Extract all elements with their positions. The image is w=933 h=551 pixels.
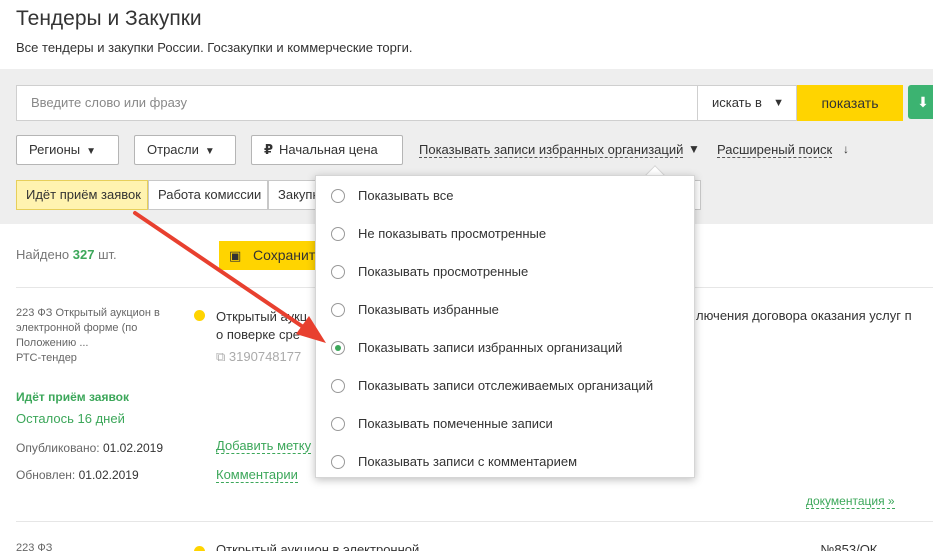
save-search-button[interactable]: ▣ Сохранит (219, 241, 319, 270)
option-show-all[interactable]: Показывать все (316, 177, 694, 215)
save-label: Сохранит (253, 247, 316, 263)
updated-label: Обновлен: (16, 468, 76, 482)
record-remaining: Осталось 16 дней (16, 411, 125, 426)
chevron-down-icon[interactable]: ▼ (688, 142, 700, 156)
documentation-link[interactable]: документация » (806, 494, 895, 509)
option-favorite-orgs[interactable]: Показывать записи избранных организаций (316, 329, 694, 367)
record-reg-number[interactable]: ⧉ 3190748177 (216, 349, 316, 365)
radio-button[interactable] (331, 379, 345, 393)
industries-label: Отрасли (147, 142, 199, 157)
radio-button[interactable] (331, 265, 345, 279)
start-price-label: Начальная цена (279, 142, 378, 157)
option-hide-viewed[interactable]: Не показывать просмотренные (316, 215, 694, 253)
start-price-button[interactable]: ₽ Начальная цена (251, 135, 403, 165)
record2-title[interactable]: Открытый аукцион в электронной (216, 542, 419, 551)
option-label: Показывать помеченные записи (358, 416, 553, 431)
add-tag-link[interactable]: Добавить метку (216, 438, 312, 454)
law-line: электронной форме (по (16, 322, 138, 334)
record2-title-continued[interactable]: ... №853/ОК (806, 542, 877, 551)
tab-commission[interactable]: Работа комиссии (148, 180, 268, 210)
comments-link[interactable]: Комментарии (216, 467, 298, 483)
radio-button[interactable] (331, 417, 345, 431)
found-prefix: Найдено (16, 247, 70, 262)
option-label: Не показывать просмотренные (358, 226, 547, 241)
advanced-search-link[interactable]: Расширеный поиск (717, 142, 833, 158)
radio-button-checked[interactable] (331, 341, 345, 355)
radio-button[interactable] (331, 227, 345, 241)
record-published: Опубликовано: 01.02.2019 (16, 441, 163, 455)
record-title[interactable]: Открытый аукц о поверке сре (216, 308, 316, 344)
status-dot (194, 310, 205, 321)
documentation-label: документация (806, 494, 885, 508)
published-date: 01.02.2019 (102, 441, 164, 455)
download-icon[interactable]: ⬇ (908, 85, 933, 119)
record-status: Идёт приём заявок (16, 390, 130, 404)
law-line: 223 ФЗ Открытый аукцион в (16, 307, 160, 319)
reg-number-text: 3190748177 (228, 349, 302, 364)
found-count: Найдено 327 шт. (16, 247, 117, 262)
page-title: Тендеры и Закупки (16, 7, 202, 30)
double-chevron-down-icon: » (884, 494, 895, 508)
chevron-down-icon: ▼ (86, 146, 96, 157)
favorites-filter-dropdown: Показывать все Не показывать просмотренн… (315, 175, 695, 478)
platform-name: РТС-тендер (16, 352, 77, 364)
status-dot (194, 546, 205, 551)
title-line: о поверке сре (216, 327, 300, 342)
ruble-icon: ₽ (264, 142, 274, 157)
record-updated: Обновлен: 01.02.2019 (16, 468, 139, 482)
page-header: Тендеры и Закупки Все тендеры и закупки … (0, 0, 933, 69)
title-line: Открытый аукц (216, 309, 308, 324)
radio-button[interactable] (331, 455, 345, 469)
option-show-viewed[interactable]: Показывать просмотренные (316, 253, 694, 291)
record-title-continued[interactable]: лючения договора оказания услуг п (696, 308, 912, 323)
show-button[interactable]: показать (797, 85, 903, 121)
option-label: Показывать записи с комментарием (358, 454, 578, 469)
option-label: Показывать все (358, 188, 454, 203)
option-label: Показывать избранные (358, 302, 499, 317)
chevron-down-icon: ▼ (204, 146, 215, 157)
favorites-filter-link[interactable]: Показывать записи избранных организаций (419, 142, 684, 158)
page-subtitle: Все тендеры и закупки России. Госзакупки… (16, 40, 413, 55)
industries-button[interactable]: Отрасли ▼ (134, 135, 236, 165)
option-commented[interactable]: Показывать записи с комментарием (316, 443, 694, 481)
option-tracked-orgs[interactable]: Показывать записи отслеживаемых организа… (316, 367, 694, 405)
search-in-select[interactable]: искать в ▼ (697, 85, 797, 121)
found-number: 327 (72, 247, 95, 262)
radio-button[interactable] (331, 303, 345, 317)
found-suffix: шт. (98, 247, 117, 262)
divider (16, 521, 933, 522)
search-input[interactable]: Введите слово или фразу (16, 85, 697, 121)
law-line: Положению ... (16, 337, 89, 349)
regions-label: Регионы (29, 142, 81, 157)
option-label: Показывать записи избранных организаций (358, 340, 623, 355)
updated-date: 01.02.2019 (78, 468, 139, 482)
option-label: Показывать просмотренные (358, 264, 529, 279)
chevron-down-icon: ▼ (773, 97, 784, 109)
option-label: Показывать записи отслеживаемых организа… (358, 378, 654, 393)
regions-button[interactable]: Регионы ▼ (16, 135, 119, 165)
option-show-favorites[interactable]: Показывать избранные (316, 291, 694, 329)
radio-button[interactable] (331, 189, 345, 203)
external-link-icon: ⧉ (216, 349, 226, 364)
record2-law-type: 223 ФЗ (16, 542, 53, 551)
option-tagged[interactable]: Показывать помеченные записи (316, 405, 694, 443)
record-law-type: 223 ФЗ Открытый аукцион в электронной фо… (16, 306, 186, 366)
save-icon: ▣ (229, 248, 242, 263)
tab-accepting[interactable]: Идёт приём заявок (16, 180, 148, 210)
published-label: Опубликовано: (16, 441, 100, 455)
arrow-down-icon[interactable]: ↓ (843, 142, 849, 156)
search-in-label: искать в (712, 95, 762, 110)
